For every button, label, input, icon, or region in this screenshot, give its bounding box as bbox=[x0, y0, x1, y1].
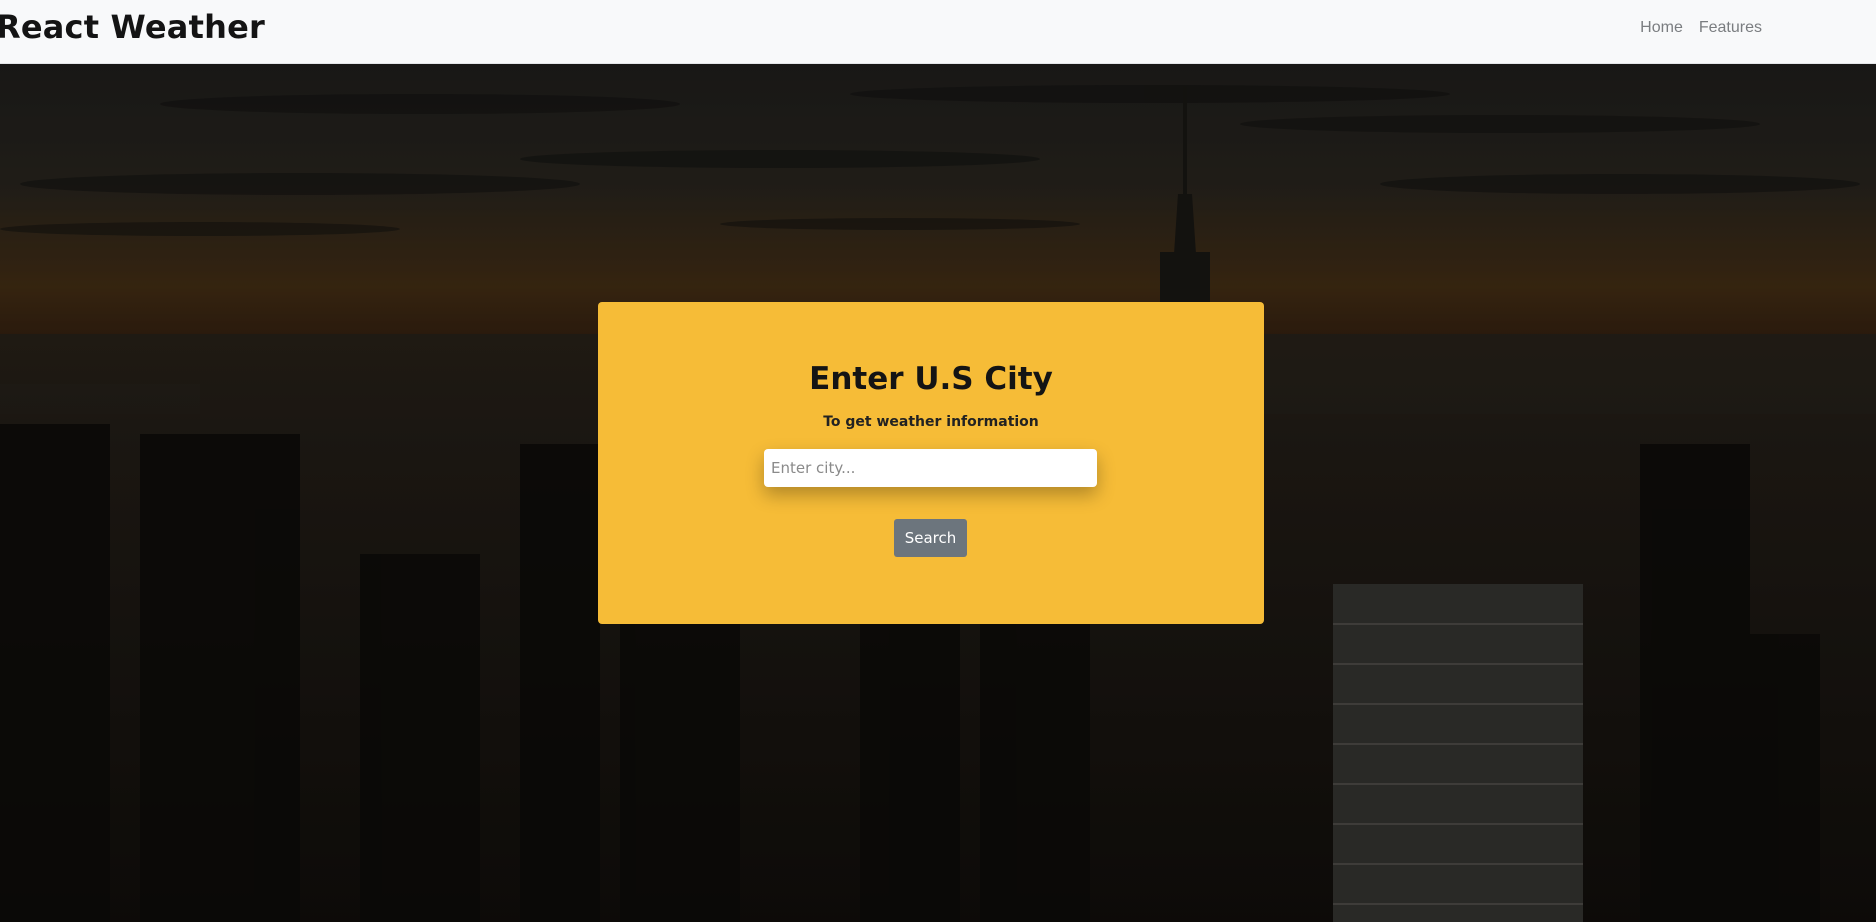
card-title: Enter U.S City bbox=[809, 361, 1053, 397]
city-search-card: Enter U.S City To get weather informatio… bbox=[598, 302, 1264, 624]
brand-logo[interactable]: React Weather bbox=[0, 7, 265, 47]
nav-link-features[interactable]: Features bbox=[1699, 18, 1762, 38]
card-subtitle: To get weather information bbox=[823, 414, 1039, 430]
navbar: React Weather Home Features bbox=[0, 0, 1876, 64]
city-input[interactable] bbox=[764, 449, 1097, 487]
nav-links: Home Features bbox=[1624, 18, 1762, 38]
nav-link-home[interactable]: Home bbox=[1640, 18, 1683, 38]
search-button[interactable]: Search bbox=[894, 519, 967, 557]
